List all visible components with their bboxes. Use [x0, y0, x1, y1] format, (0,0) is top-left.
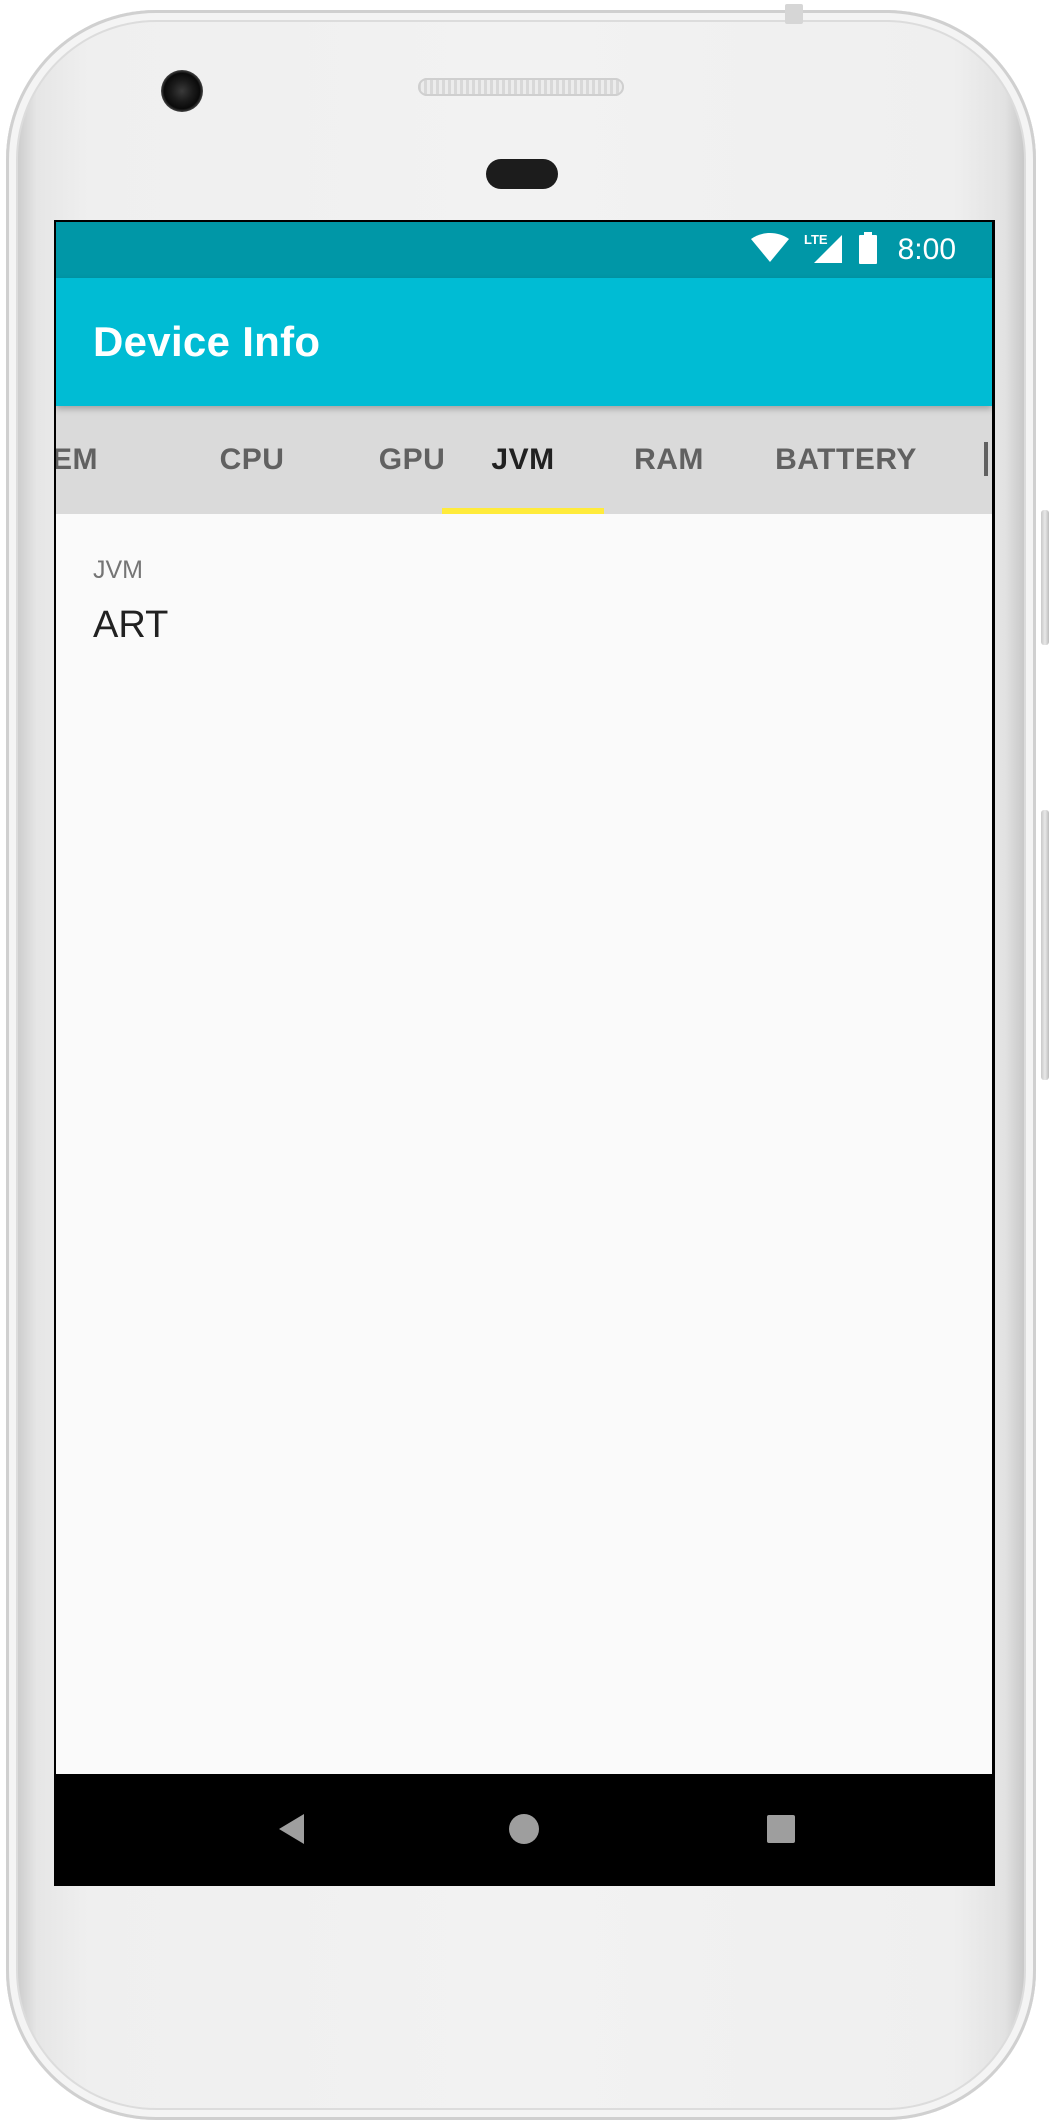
wifi-icon [750, 232, 790, 268]
phone-screen: LTE 8:00 Device Info EM CPU GPU JVM RAM … [54, 220, 995, 1886]
volume-button [1041, 810, 1049, 1080]
tab-battery[interactable]: BATTERY [756, 406, 936, 514]
tab-ram[interactable]: RAM [596, 406, 742, 514]
tab-system[interactable]: EM [56, 406, 140, 514]
navigation-bar [56, 1774, 992, 1884]
tab-jvm[interactable]: JVM [450, 406, 596, 514]
content-area: JVM ART [56, 514, 992, 1772]
recents-button[interactable] [752, 1800, 810, 1858]
earpiece-speaker [418, 78, 624, 96]
power-button [1041, 510, 1049, 645]
phone-top-edge [785, 4, 803, 24]
recents-icon [767, 1815, 795, 1843]
status-time: 8:00 [897, 233, 956, 266]
proximity-sensor [486, 159, 558, 189]
home-icon [509, 1814, 539, 1844]
status-icons: LTE 8:00 [750, 231, 956, 270]
home-button[interactable] [495, 1800, 553, 1858]
app-bar: Device Info [56, 278, 992, 406]
front-camera [161, 70, 203, 112]
battery-icon [858, 231, 878, 269]
back-icon [279, 1814, 304, 1844]
lte-signal-icon: LTE [802, 231, 846, 270]
device-mockup: LTE 8:00 Device Info EM CPU GPU JVM RAM … [0, 0, 1051, 2128]
back-button[interactable] [262, 1800, 320, 1858]
tab-overflow-edge [984, 442, 988, 476]
tab-cpu[interactable]: CPU [179, 406, 325, 514]
info-value: ART [93, 604, 169, 646]
info-label: JVM [93, 556, 143, 584]
tab-bar[interactable]: EM CPU GPU JVM RAM BATTERY [56, 406, 992, 514]
app-title: Device Info [93, 318, 321, 365]
network-type-label: LTE [804, 232, 828, 247]
status-bar: LTE 8:00 [56, 222, 992, 278]
